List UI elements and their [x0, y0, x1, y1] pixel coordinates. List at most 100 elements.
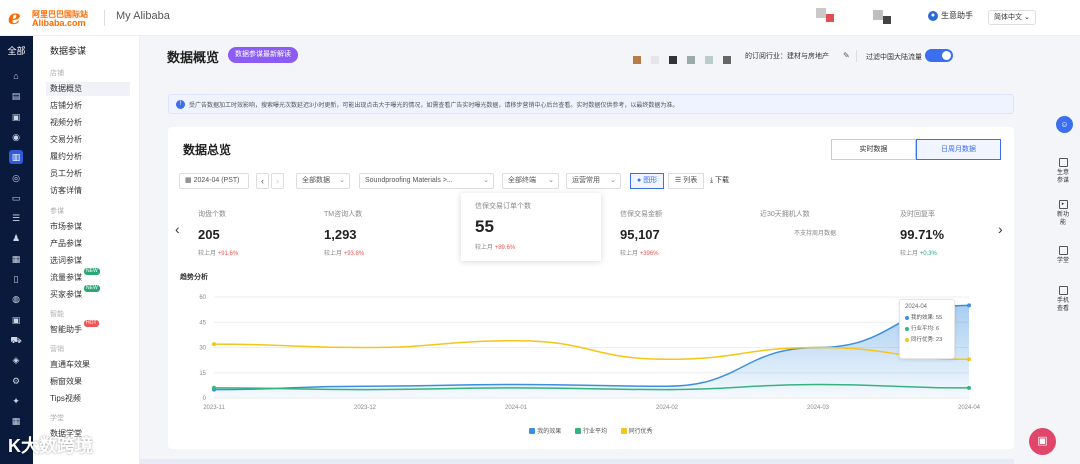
kpi-card[interactable]: TM咨询人数 1,293 较上月 +93.8% [310, 197, 450, 261]
wallet-icon[interactable]: ▣ [9, 313, 23, 327]
globe-icon[interactable]: ◍ [9, 292, 23, 306]
tool-label: 学堂 [1056, 258, 1069, 264]
right-toolbar: ☺ 生意参谋 ▸ 新功能 学堂 手机查看 [1051, 76, 1074, 346]
tool-mobile[interactable]: 手机查看 [1056, 286, 1070, 313]
order-icon[interactable]: ▦ [9, 252, 23, 266]
nav-item-p4p[interactable]: 直通车效果 [50, 358, 134, 372]
chart-view-button[interactable]: ● 图形 [630, 173, 665, 189]
metric-preset-select[interactable]: 运营常用 ⌄ [566, 173, 621, 189]
nav-item-visitor-details[interactable]: 访客详情 [50, 184, 134, 198]
legend-label: 行业平均 [582, 429, 607, 435]
tool-label: 手机查看 [1056, 298, 1069, 312]
chat-float-button[interactable]: ▣ [1029, 428, 1056, 455]
helper-label: 生意助手 [941, 11, 973, 20]
section-title: 数据总览 [183, 143, 232, 157]
nav-item-showcase[interactable]: 橱窗效果 [50, 375, 134, 389]
tool-data-advisor[interactable]: 生意参谋 [1056, 158, 1070, 185]
kpi-compare: 较上月 +396% [620, 248, 746, 257]
nav-item-data-overview[interactable]: 数据概览 [46, 82, 130, 96]
filter-china-toggle[interactable] [925, 49, 953, 62]
download-button[interactable]: ⤓ 下载 [710, 175, 729, 185]
kpi-compare-label: 较上月 [324, 251, 343, 257]
kpi-card[interactable]: 询盘个数 205 较上月 +91.6% [184, 197, 324, 261]
data-icon[interactable]: ▥ [9, 150, 23, 165]
nav-item-fulfillment-analysis[interactable]: 履约分析 [50, 150, 134, 164]
chevron-down-icon: ⌄ [1023, 14, 1030, 21]
app-title[interactable]: My Alibaba [116, 10, 170, 22]
nav-item-product[interactable]: 产品参谋 [50, 237, 134, 251]
nav-item-smart-assistant[interactable]: 智能助手 HOT [50, 320, 134, 337]
data-point [967, 357, 971, 362]
chevron-right-icon: › [276, 176, 279, 186]
next-period-button[interactable]: › [271, 173, 284, 189]
robot-assistant-icon[interactable]: ☺ [1056, 116, 1073, 133]
top-bar: ℯ 阿里巴巴国际站 Alibaba.com My Alibaba ● 生意助手 … [0, 0, 1080, 36]
alibaba-logo[interactable]: ℯ 阿里巴巴国际站 Alibaba.com [8, 8, 96, 28]
legend-item-avg[interactable]: 行业平均 [574, 426, 607, 435]
user-icon[interactable]: ♟ [9, 231, 23, 245]
nav-item-keyword[interactable]: 选词参谋 [50, 254, 134, 268]
color-swatch [723, 56, 731, 64]
tab-weekly-monthly[interactable]: 日周月数据 [916, 139, 1001, 160]
nav-item-staff-analysis[interactable]: 员工分析 [50, 167, 134, 181]
star-icon[interactable]: ✦ [9, 394, 23, 408]
chevron-left-icon[interactable]: ‹ [175, 221, 180, 237]
nav-item-traffic[interactable]: 流量参谋 NEW [50, 268, 134, 285]
legend-item-mine[interactable]: 我的效果 [529, 426, 561, 435]
gear-icon[interactable]: ⚙ [9, 374, 23, 388]
list-icon[interactable]: ☰ [9, 211, 23, 225]
box-icon[interactable]: ▦ [9, 414, 23, 428]
tool-school[interactable]: 学堂 [1056, 246, 1070, 265]
edit-icon[interactable]: ✎ [843, 51, 850, 60]
tab-realtime[interactable]: 实时数据 [831, 139, 916, 160]
truck-icon[interactable]: ⛟ [9, 333, 23, 347]
x-tick-label: 2024-01 [505, 405, 528, 411]
prev-period-button[interactable]: ‹ [256, 173, 269, 189]
language-select[interactable]: 简体中文 ⌄ [988, 10, 1036, 25]
legend-item-top[interactable]: 同行优秀 [620, 426, 653, 435]
kpi-compare-value: +93.8% [343, 251, 365, 257]
nav-item-store-analysis[interactable]: 店铺分析 [50, 99, 134, 113]
marketing-icon[interactable]: ◉ [9, 130, 23, 144]
kpi-card[interactable]: 信保交易金额 95,107 较上月 +396% [606, 197, 746, 261]
nav-item-market[interactable]: 市场参谋 [50, 220, 134, 234]
kpi-card[interactable]: 及时回复率 99.71% 较上月 +0.3% [886, 197, 1026, 261]
kpi-card[interactable]: 近30天拥机人数 不支持周月数据 [746, 197, 886, 261]
file-icon[interactable]: ▯ [9, 272, 23, 286]
shield-icon[interactable]: ◈ [9, 353, 23, 367]
nav-item-tips-video[interactable]: Tips视频 [50, 392, 134, 406]
nav-item-trade-analysis[interactable]: 交易分析 [50, 133, 134, 147]
toggle-knob [942, 51, 951, 60]
message-icon[interactable]: ▭ [9, 191, 23, 205]
list-view-button[interactable]: ☰ 列表 [668, 173, 705, 189]
chevron-right-icon[interactable]: › [998, 221, 1003, 237]
latest-insight-button[interactable]: 数据参谋最新解读 [228, 47, 298, 63]
nav-item-buyer[interactable]: 买家参谋 NEW [50, 285, 134, 302]
kpi-compare-value: +396% [639, 251, 659, 257]
nav-item-video-analysis[interactable]: 视频分析 [50, 116, 134, 130]
terminal-select[interactable]: 全部终端 ⌄ [502, 173, 559, 189]
data-point [212, 385, 216, 390]
tool-new-feature[interactable]: ▸ 新功能 [1056, 200, 1070, 227]
product-icon[interactable]: ▣ [9, 110, 23, 124]
broadcast-icon[interactable]: ◎ [9, 171, 23, 185]
store-icon[interactable]: ▤ [9, 89, 23, 103]
kpi-value: 95,107 [620, 227, 660, 242]
kpi-card-selected[interactable]: 信保交易订单个数 55 较上月 +89.6% [461, 193, 601, 261]
nav-group-label: 参谋 [50, 208, 64, 215]
chevron-left-icon: ‹ [261, 176, 264, 186]
avatar[interactable] [816, 8, 826, 18]
home-icon[interactable]: ⌂ [9, 69, 23, 83]
rail-all-label[interactable]: 全部 [0, 44, 33, 57]
business-helper[interactable]: ● 生意助手 [928, 10, 973, 21]
nav-group-label: 店铺 [50, 70, 64, 77]
kpi-value: 55 [475, 217, 494, 236]
watermark: K大数跨境 [8, 436, 93, 456]
legend-label: 同行优秀 [628, 429, 653, 435]
page-title: 数据概览 [167, 50, 220, 65]
data-scope-select[interactable]: 全部数据 ⌄ [296, 173, 350, 189]
logo-en-text: Alibaba.com [32, 18, 86, 28]
date-picker[interactable]: ▦ 2024-04 (PST) [179, 173, 249, 189]
category-select[interactable]: Soundproofing Materials >... ⌄ [359, 173, 494, 189]
color-swatch [651, 56, 659, 64]
